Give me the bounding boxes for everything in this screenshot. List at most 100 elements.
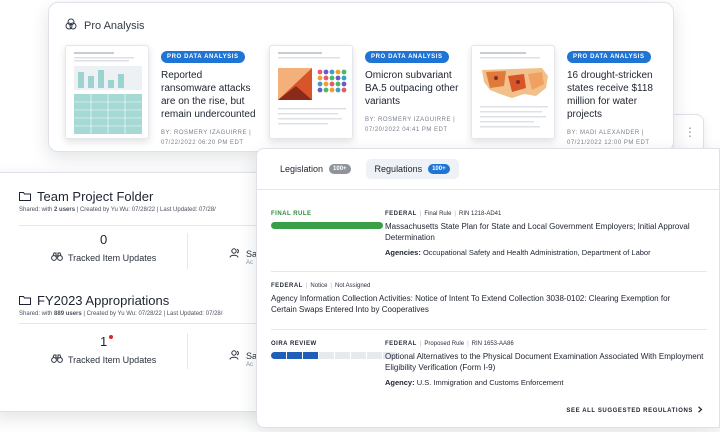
regulation-row[interactable]: OIRA REVIEW FEDERAL | Proposed Rule | RIN 16… (271, 341, 707, 401)
regulation-title[interactable]: Optional Alternatives to the Physical Do… (385, 351, 707, 373)
shared-users: 2 users (54, 207, 76, 213)
tracked-label: Tracked Item Updates (68, 354, 157, 365)
divider (271, 271, 707, 272)
notification-dot (109, 335, 114, 339)
progress-segment (271, 352, 286, 359)
pro-data-badge: PRO DATA ANALYSIS (161, 51, 245, 63)
count-badge: 100+ (428, 164, 450, 174)
tracked-label: Tracked Item Updates (68, 252, 157, 263)
regulation-tags: FEDERAL | Proposed Rule | RIN 1653-AA86 (385, 341, 514, 347)
tracked-item-updates-stat[interactable]: 0 Tracked Item Updates (51, 231, 156, 263)
article-title[interactable]: Omicron subvariant BA.5 outpacing other … (365, 69, 461, 108)
agency-label: Agency: (385, 378, 415, 387)
pro-data-badge: PRO DATA ANALYSIS (567, 51, 651, 63)
progress-segment (319, 352, 334, 359)
article-card[interactable]: PRO DATA ANALYSIS Omicron subvariant BA.… (253, 45, 458, 145)
regulation-title[interactable]: Agency Information Collection Activities… (271, 293, 691, 315)
rin-tag: RIN 1653-AA86 (471, 341, 514, 347)
last-updated: Last Updated: 07/28/ (166, 311, 223, 317)
divider (271, 329, 707, 330)
binoculars-icon (51, 354, 63, 365)
folder-meta: Shared: with 889 users | Created by Yu W… (19, 311, 223, 317)
article-card[interactable]: PRO DATA ANALYSIS Reported ransomware at… (49, 45, 256, 146)
tab-regulations[interactable]: Regulations 100+ (365, 159, 459, 179)
created-by: Created by Yu Wu: 07/28/22 (86, 311, 162, 317)
pro-analysis-card: Pro Analysis PRO DATA ANALYSIS Reported … (48, 2, 674, 152)
tracked-count: 1 (99, 334, 108, 349)
rin-tag: Not Assigned (334, 283, 371, 289)
divider (257, 189, 719, 190)
status-progress-bar (271, 222, 383, 229)
article-title[interactable]: 16 drought-stricken states receive $118 … (567, 69, 663, 121)
tab-bar: Legislation 100+ Regulations 100+ (271, 159, 459, 179)
users-icon (229, 248, 241, 260)
level-tag: FEDERAL (385, 341, 417, 347)
users-icon (229, 350, 241, 362)
article-card[interactable]: PRO DATA ANALYSIS 16 drought-stricken st… (455, 45, 653, 146)
article-byline: BY: ROSMERY IZAGUIRRE | (161, 130, 252, 136)
type-tag: Notice (310, 283, 328, 289)
tab-legislation[interactable]: Legislation 100+ (271, 159, 360, 179)
progress-segment (351, 352, 366, 359)
tracked-count: 0 (99, 232, 108, 247)
article-thumbnail (269, 45, 353, 139)
pro-data-badge: PRO DATA ANALYSIS (365, 51, 449, 63)
regulation-row[interactable]: FINAL RULE FEDERAL | Final Rule | RIN 1218-A… (271, 211, 707, 271)
article-date: 07/21/2022 12:00 PM EDT (567, 140, 650, 146)
shared-label: Shared: with (19, 311, 53, 317)
type-tag: Final Rule (424, 211, 452, 217)
last-updated: Last Updated: 07/28/ (160, 207, 216, 213)
folder-meta: Shared: with 2 users | Created by Yu Wu:… (19, 207, 216, 213)
see-all-regulations-link[interactable]: SEE ALL SUGGESTED REGULATIONS (566, 406, 703, 415)
article-thumbnail (65, 45, 149, 139)
shared-label: Shared: with (19, 207, 53, 213)
level-tag: FEDERAL (271, 283, 303, 289)
regulation-row[interactable]: FEDERAL | Notice | Not Assigned Agency Infor… (271, 283, 707, 323)
article-meta: BY: ROSMERY IZAGUIRRE | 07/22/2022 06:20… (161, 128, 257, 148)
project-folders-card: Team Project Folder Shared: with 2 users… (0, 172, 268, 412)
article-meta: BY: ROSMERY IZAGUIRRE | 07/20/2022 04:41… (365, 115, 461, 135)
progress-segment (287, 352, 302, 359)
tracked-item-updates-stat[interactable]: 1 Tracked Item Updates (51, 333, 156, 365)
progress-segment (303, 352, 318, 359)
agency-label: Agencies: (385, 248, 421, 257)
agency-value: U.S. Immigration and Customs Enforcement (416, 378, 564, 387)
agency-value: Occupational Safety and Health Administr… (422, 248, 651, 257)
shared-users: 889 users (54, 311, 82, 317)
article-date: 07/20/2022 04:41 PM EDT (365, 127, 448, 133)
folder-header[interactable]: Team Project Folder Shared: with 2 users… (19, 189, 216, 213)
created-by: Created by Yu Wu: 07/28/22 (79, 207, 156, 213)
tab-label: Legislation (280, 164, 324, 174)
pro-analysis-label: Pro Analysis (84, 20, 145, 32)
divider (19, 323, 267, 324)
divider (19, 225, 267, 226)
regulations-card: Legislation 100+ Regulations 100+ FINAL … (256, 148, 720, 428)
article-title[interactable]: Reported ransomware attacks are on the r… (161, 69, 257, 121)
divider (187, 333, 188, 369)
rin-tag: RIN 1218-AD41 (458, 211, 502, 217)
progress-segment (367, 352, 382, 359)
more-icon: ⋮ (684, 125, 696, 139)
regulation-tags: FEDERAL | Notice | Not Assigned (271, 283, 371, 289)
type-tag: Proposed Rule (424, 341, 465, 347)
folder-title[interactable]: FY2023 Appropriations (37, 293, 169, 308)
regulation-tags: FEDERAL | Final Rule | RIN 1218-AD41 (385, 211, 502, 217)
regulation-title[interactable]: Massachusetts State Plan for State and L… (385, 221, 707, 243)
count-badge: 100+ (329, 164, 351, 174)
folder-title[interactable]: Team Project Folder (37, 189, 153, 204)
pro-analysis-icon (65, 17, 77, 35)
article-thumbnail (471, 45, 555, 139)
divider (187, 233, 188, 269)
progress-segment (335, 352, 350, 359)
article-date: 07/22/2022 06:20 PM EDT (161, 140, 244, 146)
binoculars-icon (51, 252, 63, 263)
regulation-agency: Agency: U.S. Immigration and Customs Enf… (385, 378, 707, 387)
folder-icon (19, 293, 31, 308)
see-all-label: SEE ALL SUGGESTED REGULATIONS (566, 407, 693, 414)
folder-icon (19, 189, 31, 204)
folder-header[interactable]: FY2023 Appropriations Shared: with 889 u… (19, 293, 222, 317)
pro-analysis-header: Pro Analysis (65, 17, 145, 35)
chevron-right-icon (697, 406, 703, 415)
regulation-agency: Agencies: Occupational Safety and Health… (385, 248, 707, 257)
article-byline: BY: ROSMERY IZAGUIRRE | (365, 117, 456, 123)
